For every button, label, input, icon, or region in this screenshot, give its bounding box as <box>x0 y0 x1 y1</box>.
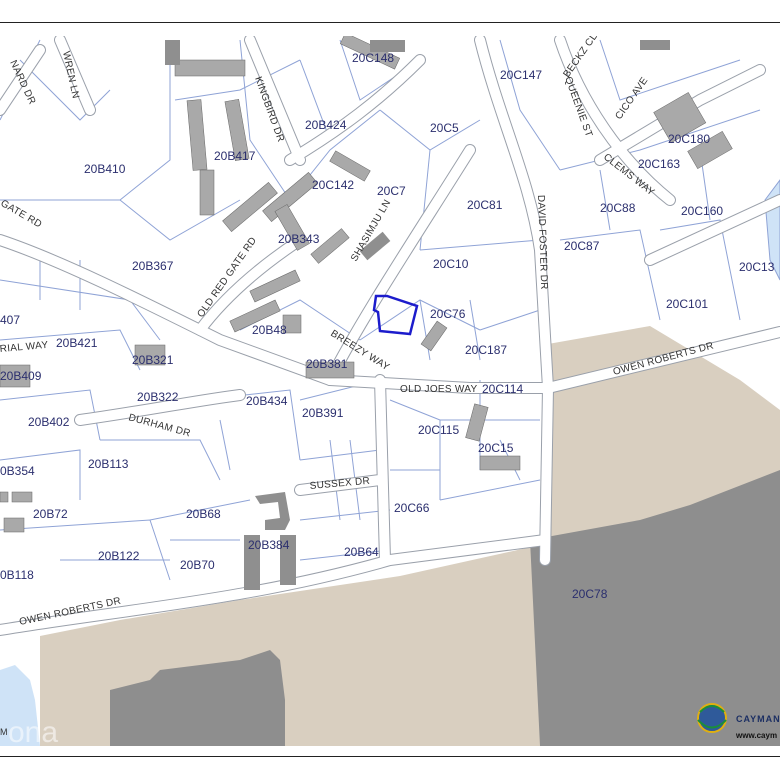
parcel-label: 20B417 <box>214 149 256 163</box>
parcel-label: 407 <box>0 313 20 327</box>
parcel-label: 20B68 <box>186 507 221 521</box>
parcel-label: 20B322 <box>137 390 179 404</box>
parcel-label: 20C15 <box>478 441 514 455</box>
parcel-label: 20C76 <box>430 307 466 321</box>
parcel-label: 20C13 <box>739 260 775 274</box>
parcel-label: 20C180 <box>668 132 710 146</box>
parcel-label: 20C114 <box>482 382 523 396</box>
logo-name: CAYMAN <box>736 714 780 724</box>
parcel-map[interactable]: 20C148 20C147 20B424 20C5 20C180 20B410 … <box>0 36 780 746</box>
parcel-label: 20B122 <box>98 549 140 563</box>
parcel-label: 0B354 <box>0 464 35 478</box>
parcel-label: 20C142 <box>312 178 354 192</box>
parcel-label: 20C87 <box>564 239 600 253</box>
parcel-label: 20B434 <box>246 394 288 408</box>
parcel-label: 20B410 <box>84 162 126 176</box>
parcel-label: 20C148 <box>352 51 394 65</box>
logo-url: www.caym <box>735 731 777 740</box>
parcel-label: 20C10 <box>433 257 469 271</box>
parcel-label: 20B384 <box>248 538 290 552</box>
parcel-label: 20B391 <box>302 406 344 420</box>
parcel-label: 20C147 <box>500 68 542 82</box>
parcel-label: 20C81 <box>467 198 503 212</box>
watermark-corner-text: M <box>0 727 8 737</box>
parcel-label: 20B367 <box>132 259 174 273</box>
parcel-label: 20B421 <box>56 336 98 350</box>
parcel-label: 20C88 <box>600 201 636 215</box>
parcel-label: 20B424 <box>305 118 347 132</box>
parcel-label: 20C187 <box>465 343 507 357</box>
parcel-label: 20B48 <box>252 323 287 337</box>
parcel-label: 20C5 <box>430 121 459 135</box>
parcel-label: 20B64 <box>344 545 379 559</box>
parcel-label: 20C101 <box>666 297 708 311</box>
parcel-label: 20B321 <box>132 353 174 367</box>
parcel-label: 20B343 <box>278 232 320 246</box>
watermark-text: ona <box>8 716 58 746</box>
parcel-label: 20B402 <box>28 415 70 429</box>
parcel-label: 20C115 <box>418 423 459 437</box>
parcel-label: 20C160 <box>681 204 723 218</box>
parcel-label: 20C66 <box>394 501 430 515</box>
parcel-label: 20C7 <box>377 184 406 198</box>
road-label: OLD JOES WAY <box>400 384 478 395</box>
parcel-label: 20C78 <box>572 587 608 601</box>
parcel-label: 20B381 <box>306 357 348 371</box>
parcel-label: 20B70 <box>180 558 215 572</box>
parcel-label: 20C163 <box>638 157 680 171</box>
parcel-label: 20B409 <box>0 369 42 383</box>
parcel-label: 20B72 <box>33 507 68 521</box>
parcel-label: 20B113 <box>88 457 129 471</box>
parcel-label: 0B118 <box>0 568 34 582</box>
